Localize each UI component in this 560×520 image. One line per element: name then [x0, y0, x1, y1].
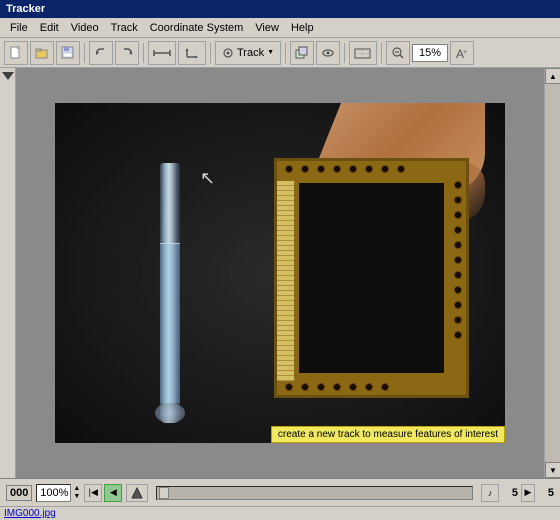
video-area[interactable]: ↖ create a new track to measure features…: [16, 68, 544, 478]
menu-view[interactable]: View: [249, 20, 285, 36]
zoom-out-icon: [391, 46, 405, 60]
calibration-button[interactable]: [148, 41, 176, 65]
frame-count-right: 5: [538, 487, 554, 499]
frame-inner: [299, 183, 444, 373]
play-back-icon: ◀: [110, 487, 117, 498]
zoom-in-button[interactable]: A +: [450, 41, 474, 65]
playback-controls: |◀ ◀: [84, 484, 122, 502]
toolbar: Track ▼ A: [0, 38, 560, 68]
pct-spinner-up[interactable]: ▲ ▼: [73, 485, 80, 500]
undo-icon: [94, 46, 108, 60]
menu-file[interactable]: File: [4, 20, 34, 36]
holes-bottom: [285, 383, 389, 391]
holes-top: [285, 165, 405, 173]
frame-number: 000: [6, 485, 32, 501]
frame-display: 000: [6, 485, 32, 501]
title-bar: Tracker: [0, 0, 560, 18]
zoom-in-icon: A +: [455, 46, 469, 60]
coords-button[interactable]: [349, 41, 377, 65]
main-area: ↖ create a new track to measure features…: [0, 68, 560, 478]
tube-water: [160, 243, 180, 403]
menu-track[interactable]: Track: [105, 20, 144, 36]
new-icon: [9, 46, 23, 60]
mark-track-icon: [130, 486, 144, 500]
separator-4: [285, 43, 286, 63]
mark-track-button[interactable]: [126, 484, 148, 502]
zoom-display: [412, 44, 448, 62]
zoom-input[interactable]: [412, 44, 448, 62]
save-button[interactable]: [56, 41, 80, 65]
step-fwd-button[interactable]: ▶: [521, 484, 535, 502]
separator-5: [344, 43, 345, 63]
menu-help[interactable]: Help: [285, 20, 320, 36]
clone-icon: [295, 46, 309, 60]
separator-3: [210, 43, 211, 63]
redo-button[interactable]: [115, 41, 139, 65]
scroll-up-icon: ▲: [549, 72, 557, 81]
menu-edit[interactable]: Edit: [34, 20, 65, 36]
slider-thumb[interactable]: [159, 487, 169, 499]
save-icon: [61, 46, 75, 60]
separator-2: [143, 43, 144, 63]
right-scrollbar: ▲ ▼: [544, 68, 560, 478]
new-button[interactable]: [4, 41, 28, 65]
status-overlay: create a new track to measure features o…: [271, 426, 505, 443]
percentage-display: ▲ ▼: [36, 484, 80, 502]
right-controls: ♪ 5 ▶ 5: [481, 484, 554, 502]
left-panel: [0, 68, 16, 478]
scroll-down-icon: ▼: [549, 466, 557, 475]
track-button[interactable]: Track ▼: [215, 41, 281, 65]
bottom-toolbar: 000 ▲ ▼ |◀ ◀ ♪ 5 ▶ 5: [0, 478, 560, 506]
speaker-button[interactable]: ♪: [481, 484, 499, 502]
menu-video[interactable]: Video: [65, 20, 105, 36]
video-canvas: ↖ create a new track to measure features…: [55, 103, 505, 443]
bottom-status: IMG000.jpg: [0, 506, 560, 520]
clone-button[interactable]: [290, 41, 314, 65]
calibration-icon: [152, 46, 172, 60]
notch-indicator: [2, 72, 14, 80]
status-text: create a new track to measure features o…: [278, 429, 498, 440]
scroll-track[interactable]: [545, 84, 560, 462]
holes-right: [454, 181, 462, 339]
app-title: Tracker: [6, 3, 45, 15]
frame-count-left: 5: [502, 487, 518, 499]
open-icon: [35, 46, 49, 60]
scroll-up-button[interactable]: ▲: [545, 68, 560, 84]
tube-base: [155, 403, 185, 423]
track-dropdown-arrow: ▼: [267, 49, 274, 56]
percentage-input[interactable]: [36, 484, 71, 502]
separator-1: [84, 43, 85, 63]
svg-text:+: +: [463, 49, 467, 56]
undo-button[interactable]: [89, 41, 113, 65]
filename-link[interactable]: IMG000.jpg: [4, 508, 56, 519]
goto-start-button[interactable]: |◀: [84, 484, 102, 502]
menu-bar: File Edit Video Track Coordinate System …: [0, 18, 560, 38]
play-back-button[interactable]: ◀: [104, 484, 122, 502]
open-button[interactable]: [30, 41, 54, 65]
scroll-down-button[interactable]: ▼: [545, 462, 560, 478]
axes-button[interactable]: [178, 41, 206, 65]
track-label: Track: [237, 47, 264, 59]
glass-tube: [155, 163, 185, 423]
coords-icon: [353, 46, 373, 60]
playback-slider[interactable]: [156, 486, 473, 500]
cursor-arrow: ↖: [200, 168, 215, 189]
ruler: [277, 181, 295, 381]
redo-icon: [120, 46, 134, 60]
visibility-button[interactable]: [316, 41, 340, 65]
zoom-out-button[interactable]: [386, 41, 410, 65]
frame-wood: [274, 158, 469, 398]
axes-icon: [182, 46, 202, 60]
menu-coordinate-system[interactable]: Coordinate System: [144, 20, 250, 36]
separator-6: [381, 43, 382, 63]
visibility-icon: [321, 46, 335, 60]
speaker-icon: ♪: [488, 488, 493, 498]
video-frame: ↖ create a new track to measure features…: [55, 103, 505, 443]
track-icon: [222, 47, 234, 59]
